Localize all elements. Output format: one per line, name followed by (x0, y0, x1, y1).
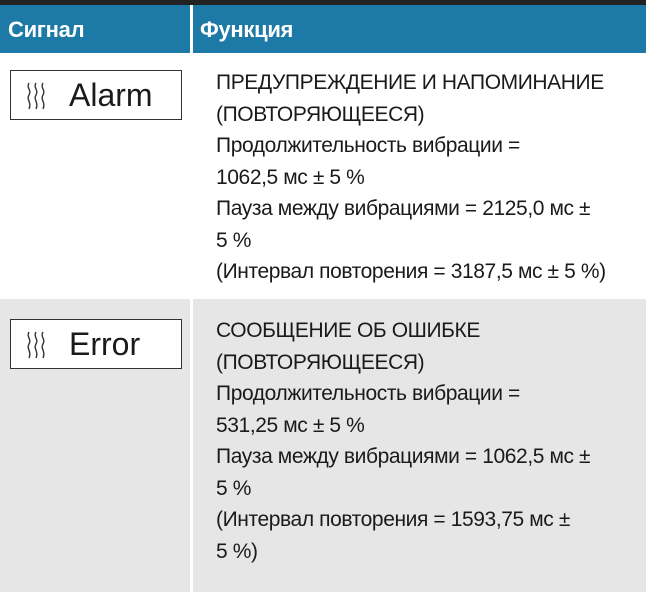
signal-table: Сигнал Функция Alarm ПРЕДУПРЕЖДЕНИЕ И НА… (0, 0, 646, 592)
column-divider (190, 53, 193, 592)
function-line: 5 %) (216, 539, 258, 563)
header-divider (190, 5, 193, 53)
function-line: 5 % (216, 476, 251, 500)
vibration-icon (27, 82, 45, 110)
function-line: (Интервал повторения = 3187,5 мс ± 5 %) (216, 260, 606, 283)
function-line: ПРЕДУПРЕЖДЕНИЕ И НАПОМИНАНИЕ (216, 71, 604, 94)
function-text: ПРЕДУПРЕЖДЕНИЕ И НАПОМИНАНИЕ (ПОВТОРЯЮЩЕ… (216, 67, 642, 288)
function-line: Пауза между вибрациями = 2125,0 мс ± (216, 197, 591, 220)
function-line: Пауза между вибрациями = 1062,5 мс ± (216, 445, 591, 468)
function-line: 1062,5 мс ± 5 % (216, 165, 365, 189)
table-row: Alarm ПРЕДУПРЕЖДЕНИЕ И НАПОМИНАНИЕ (ПОВТ… (0, 53, 646, 297)
signal-label: Alarm (69, 77, 153, 113)
table-header: Сигнал Функция (0, 5, 646, 53)
signal-box: Error (10, 319, 182, 369)
header-signal: Сигнал (8, 17, 85, 42)
function-line: (ПОВТОРЯЮЩЕЕСЯ) (216, 102, 425, 126)
function-line: 5 % (216, 228, 251, 252)
function-line: Продолжительность вибрации = (216, 382, 520, 405)
function-line: Продолжительность вибрации = (216, 134, 520, 157)
signal-box: Alarm (10, 70, 182, 120)
header-function: Функция (200, 17, 294, 42)
function-line: СООБЩЕНИЕ ОБ ОШИБКЕ (216, 319, 480, 342)
function-line: (ПОВТОРЯЮЩЕЕСЯ) (216, 350, 425, 374)
signal-label: Error (69, 326, 141, 362)
vibration-icon (27, 331, 45, 359)
table-row: Error СООБЩЕНИЕ ОБ ОШИБКЕ (ПОВТОРЯЮЩЕЕСЯ… (0, 299, 646, 592)
function-line: (Интервал повторения = 1593,75 мс ± (216, 508, 570, 531)
function-text: СООБЩЕНИЕ ОБ ОШИБКЕ (ПОВТОРЯЮЩЕЕСЯ) Прод… (216, 315, 642, 567)
function-line: 531,25 мс ± 5 % (216, 413, 365, 437)
